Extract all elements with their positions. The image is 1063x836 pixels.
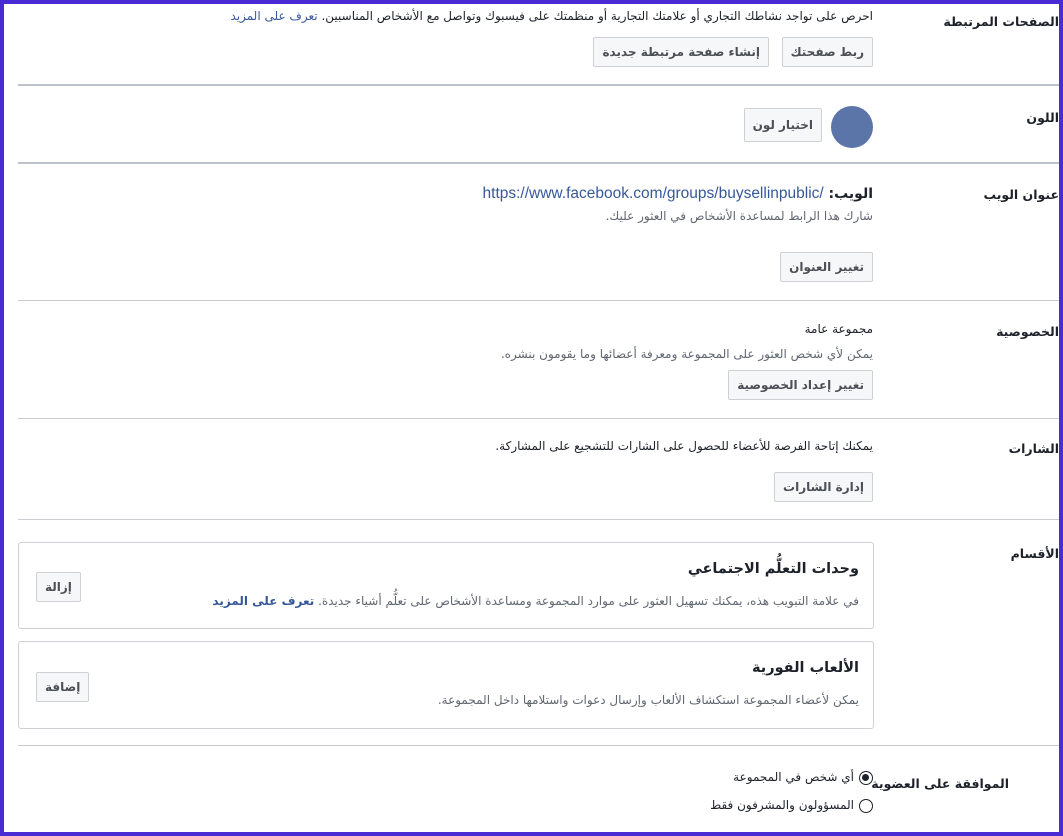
membership-option-label: أي شخص في المجموعة [733,770,854,784]
section-title: الألعاب الفورية [752,660,859,676]
create-linked-page-button[interactable]: إنشاء صفحة مرتبطة جديدة [593,37,769,67]
web-address-label: عنوان الويب [983,187,1059,202]
linked-pages-description-row: احرص على تواجد نشاطك التجاري أو علامتك ا… [13,9,873,23]
web-address-row: الويب: https://www.facebook.com/groups/b… [173,184,873,203]
membership-option-admins[interactable]: المسؤولون والمشرفون فقط [473,798,873,813]
section-description-row: في علامة التبويب هذه، يمكنك تسهيل العثور… [99,594,859,608]
privacy-label: الخصوصية [996,324,1059,339]
color-swatch[interactable] [831,106,873,148]
change-privacy-button[interactable]: تغيير إعداد الخصوصية [728,370,873,400]
privacy-value: مجموعة عامة [804,322,873,336]
sections-label: الأقسام [1010,546,1059,561]
divider [18,745,1059,746]
divider [18,162,1059,164]
badges-description: يمكنك إتاحة الفرصة للأعضاء للحصول على ال… [495,439,873,453]
section-description: يمكن لأعضاء المجموعة استكشاف الألعاب وإر… [437,693,859,707]
section-description: في علامة التبويب هذه، يمكنك تسهيل العثور… [318,594,859,608]
color-label: اللون [1026,110,1059,125]
divider [18,418,1059,419]
settings-panel: الصفحات المرتبطة احرص على تواجد نشاطك ال… [0,0,1063,836]
web-address-prefix: الويب: [828,186,873,202]
badges-label: الشارات [1008,441,1059,456]
linked-pages-description: احرص على تواجد نشاطك التجاري أو علامتك ا… [321,9,873,23]
change-address-button[interactable]: تغيير العنوان [780,252,873,282]
divider [18,519,1059,520]
linked-pages-learn-more-link[interactable]: تعرف على المزيد [230,9,317,23]
section-learn-more-link[interactable]: تعرف على المزيد [212,594,314,608]
add-section-button[interactable]: إضافة [36,672,90,702]
section-title: وحدات التعلُّم الاجتماعي [687,561,859,577]
divider [18,84,1059,86]
divider [18,300,1059,301]
linked-pages-label: الصفحات المرتبطة [943,14,1059,29]
choose-color-button[interactable]: اختيار لون [743,108,822,142]
section-card-social-learning: وحدات التعلُّم الاجتماعي في علامة التبوي… [18,542,874,629]
privacy-description: يمكن لأي شخص العثور على المجموعة ومعرفة … [500,347,873,361]
membership-option-anyone[interactable]: أي شخص في المجموعة [473,770,873,785]
radio-unselected-icon[interactable] [859,798,873,813]
link-page-button[interactable]: ربط صفحتك [781,37,873,67]
membership-option-label: المسؤولون والمشرفون فقط [710,798,854,812]
manage-badges-button[interactable]: إدارة الشارات [774,472,873,502]
web-address-hint: شارك هذا الرابط لمساعدة الأشخاص في العثو… [605,209,873,223]
remove-section-button[interactable]: إزالة [36,572,81,602]
section-card-instant-games: الألعاب الفورية يمكن لأعضاء المجموعة است… [18,641,874,729]
radio-selected-icon[interactable] [859,770,873,785]
group-url-link[interactable]: https://www.facebook.com/groups/buyselli… [483,185,824,202]
